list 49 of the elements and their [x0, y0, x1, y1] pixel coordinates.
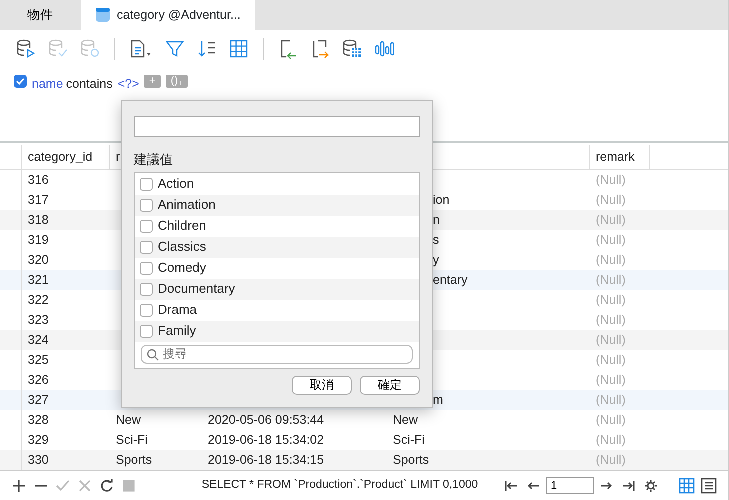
- table-cell-text: y: [432, 252, 440, 269]
- table-cell-text: (Null): [595, 172, 627, 189]
- table-cell-text: (Null): [595, 352, 627, 369]
- column-header: category_id: [22, 145, 110, 169]
- table-cell-text: 320: [27, 252, 50, 269]
- table-cell-text: (Null): [595, 452, 627, 469]
- table-cell-text: Sci-Fi: [392, 432, 426, 449]
- table-cell-text: 324: [27, 332, 50, 349]
- column-header: remark: [590, 145, 650, 169]
- table-cell-text: New: [115, 412, 142, 429]
- table-cell-text: 323: [27, 312, 50, 329]
- table-cell-text: (Null): [595, 372, 627, 389]
- table-cell-text: 322: [27, 292, 50, 309]
- table-cell-text: 319: [27, 232, 50, 249]
- table-cell-text: 329: [27, 432, 50, 449]
- table-cell-text: Sports: [392, 452, 430, 469]
- table-cell-text: (Null): [595, 312, 627, 329]
- table-cell-text: 2020-05-06 09:53:44: [207, 412, 326, 429]
- table-cell-text: 318: [27, 212, 50, 229]
- table-cell-text: entary: [432, 272, 469, 289]
- table-cell-text: m: [432, 392, 444, 409]
- table-cell-text: (Null): [595, 332, 627, 349]
- table-cell-text: (Null): [595, 192, 627, 209]
- table-cell-text: (Null): [595, 232, 627, 249]
- table-cell-text: 327: [27, 392, 50, 409]
- table-cell-text: s: [432, 232, 440, 249]
- table-cell-text: (Null): [595, 392, 627, 409]
- table-cell-text: (Null): [595, 292, 627, 309]
- table-cell-text: (Null): [595, 252, 627, 269]
- table-cell-text: 321: [27, 272, 50, 289]
- table-cell-text: (Null): [595, 272, 627, 289]
- section-label: 建議值: [134, 151, 174, 169]
- table-cell-text: 325: [27, 352, 50, 369]
- table-cell-text: 330: [27, 452, 50, 469]
- table-cell-text: (Null): [595, 432, 627, 449]
- table-cell-text: n: [432, 212, 441, 229]
- table-cell-text: 2019-06-18 15:34:02: [207, 432, 326, 449]
- table-cell-text: New: [392, 412, 420, 429]
- table-cell-text: 326: [27, 372, 50, 389]
- table-cell-text: ion: [432, 192, 451, 209]
- table-cell-text: (Null): [595, 412, 627, 429]
- table-cell-text: 316: [27, 172, 50, 189]
- table-cell-text: 328: [27, 412, 50, 429]
- table-cell-text: Sci-Fi: [115, 432, 149, 449]
- sql-text: SELECT * FROM `Production`.`Product` LIMIT 0,1000: [200, 478, 480, 493]
- table-cell-text: (Null): [595, 212, 627, 229]
- table-cell-text: 2019-06-18 15:34:15: [207, 452, 326, 469]
- table-cell-text: Sports: [115, 452, 154, 469]
- table-cell-text: 317: [27, 192, 50, 209]
